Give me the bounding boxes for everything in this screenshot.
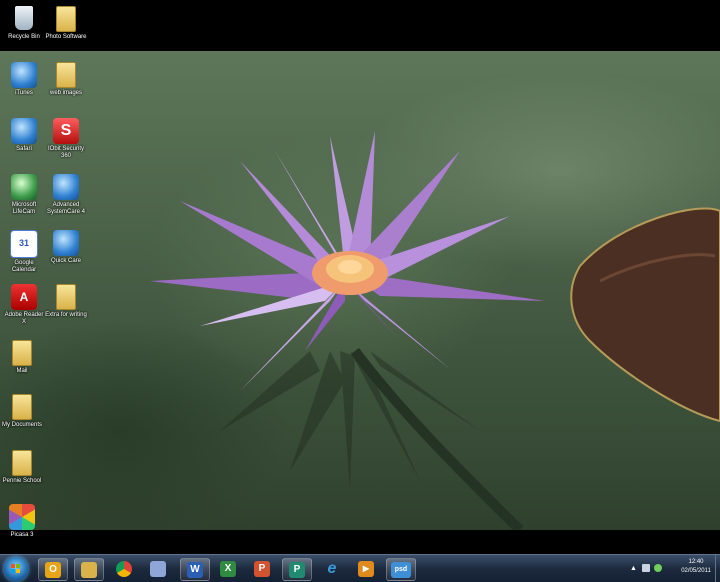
- excel-icon: X: [220, 560, 236, 577]
- windows-logo-icon: [11, 564, 21, 574]
- desktop-icon-mail[interactable]: Mail: [0, 340, 44, 375]
- desktop-icon-label: Adobe Reader X: [4, 312, 44, 325]
- google-calendar-icon: 31: [10, 230, 38, 258]
- desktop-icon-itunes[interactable]: iTunes: [2, 62, 46, 97]
- desktop-icon-iobit-security[interactable]: S IObit Security 360: [44, 118, 88, 160]
- desktop-icon-picasa[interactable]: Picasa 3: [0, 504, 44, 539]
- safari-icon: [11, 118, 37, 144]
- taskbar-excel[interactable]: X: [214, 558, 242, 579]
- taskbar-media-player[interactable]: ▶: [352, 558, 380, 579]
- psd-icon: psd: [391, 561, 411, 578]
- folder-icon: [9, 450, 35, 476]
- lifecam-icon: [11, 174, 37, 200]
- taskbar: O W X P P e ▶ psd ▲ 12:40 02/05/2011: [0, 554, 720, 582]
- taskbar-outlook[interactable]: O: [38, 558, 68, 581]
- desktop-icon-extra-for-writing[interactable]: Extra for writing: [44, 284, 88, 319]
- ie-icon: e: [327, 559, 337, 577]
- desktop-icon-label: iTunes: [15, 90, 33, 96]
- system-tray: ▲ 12:40 02/05/2011: [630, 555, 720, 582]
- systemcare-icon: [53, 174, 79, 200]
- desktop-icon-label: Photo Software: [45, 34, 87, 40]
- water-lily-artwork: [150, 131, 720, 530]
- desktop-icon-my-documents[interactable]: My Documents: [0, 394, 44, 429]
- desktop-icon-label: Google Calendar: [11, 260, 37, 273]
- clock[interactable]: 12:40 02/05/2011: [678, 558, 714, 576]
- desktop-icon-google-calendar[interactable]: 31 Google Calendar: [2, 230, 46, 274]
- itunes-icon: [11, 62, 37, 88]
- desktop-icon-label: Picasa 3: [10, 532, 34, 538]
- folder-icon: [53, 284, 79, 310]
- adobe-reader-icon: A: [11, 284, 37, 310]
- taskbar-publisher[interactable]: P: [282, 558, 312, 581]
- quick-care-icon: [53, 230, 79, 256]
- word-icon: W: [187, 561, 203, 578]
- taskbar-psd[interactable]: psd: [386, 558, 416, 581]
- desktop-icon-label: Recycle Bin: [8, 34, 40, 40]
- clock-date: 02/05/2011: [681, 568, 711, 574]
- desktop-icon-quick-care[interactable]: Quick Care: [44, 230, 88, 265]
- desktop: Recycle Bin Photo Software iTunes web im…: [0, 0, 720, 581]
- picasa-icon: [9, 504, 35, 530]
- powerpoint-icon: P: [254, 560, 270, 577]
- chrome-icon: [116, 560, 132, 577]
- outlook-icon: O: [45, 561, 61, 578]
- clock-time: 12:40: [688, 559, 704, 565]
- desktop-icon-safari[interactable]: Safari: [2, 118, 46, 153]
- desktop-icon-label: My Documents: [1, 422, 42, 428]
- desktop-icon-label: Advanced SystemCare 4: [46, 202, 85, 215]
- desktop-icon-label: Safari: [16, 146, 32, 152]
- folder-icon: [9, 340, 35, 366]
- wallpaper-top-band: [0, 0, 720, 51]
- taskbar-chrome[interactable]: [110, 558, 138, 579]
- recycle-bin-icon: [11, 6, 37, 32]
- taskbar-powerpoint[interactable]: P: [248, 558, 276, 579]
- folder-icon: [53, 6, 79, 32]
- media-player-icon: ▶: [358, 560, 374, 577]
- start-button[interactable]: [4, 557, 28, 581]
- folder-icon: [53, 62, 79, 88]
- wallpaper-bottom-band: [0, 530, 720, 554]
- desktop-icon-recycle-bin[interactable]: Recycle Bin: [2, 6, 46, 41]
- taskbar-internet-explorer[interactable]: e: [318, 558, 346, 579]
- desktop-icon-label: web images: [49, 90, 82, 96]
- desktop-icon-web-images[interactable]: web images: [44, 62, 88, 97]
- taskbar-app[interactable]: [144, 558, 172, 579]
- desktop-icon-lifecam[interactable]: Microsoft LifeCam: [2, 174, 46, 216]
- folder-icon: [81, 561, 97, 578]
- desktop-icon-label: Microsoft LifeCam: [11, 202, 37, 215]
- wallpaper: [0, 51, 720, 530]
- desktop-icon-label: Mail: [16, 368, 28, 374]
- desktop-icon-adobe-reader[interactable]: A Adobe Reader X: [2, 284, 46, 326]
- show-hidden-icons-icon[interactable]: ▲: [630, 565, 638, 573]
- taskbar-word[interactable]: W: [180, 558, 210, 581]
- desktop-icon-photo-software[interactable]: Photo Software: [44, 6, 88, 41]
- folder-icon: [9, 394, 35, 420]
- desktop-icon-label: Extra for writing: [45, 312, 87, 318]
- network-icon[interactable]: [654, 564, 662, 572]
- iobit-security-icon: S: [53, 118, 79, 144]
- desktop-icon-systemcare[interactable]: Advanced SystemCare 4: [44, 174, 88, 216]
- app-icon: [150, 560, 166, 577]
- desktop-icon-label: IObit Security 360: [47, 146, 84, 159]
- taskbar-windows-explorer[interactable]: [74, 558, 104, 581]
- desktop-icon-label: Pennie School: [2, 478, 42, 484]
- publisher-icon: P: [289, 561, 305, 578]
- show-desktop-button[interactable]: [715, 555, 720, 582]
- desktop-icon-pennie-school[interactable]: Pennie School: [0, 450, 44, 485]
- action-center-icon[interactable]: [642, 564, 650, 572]
- desktop-icon-label: Quick Care: [50, 258, 81, 264]
